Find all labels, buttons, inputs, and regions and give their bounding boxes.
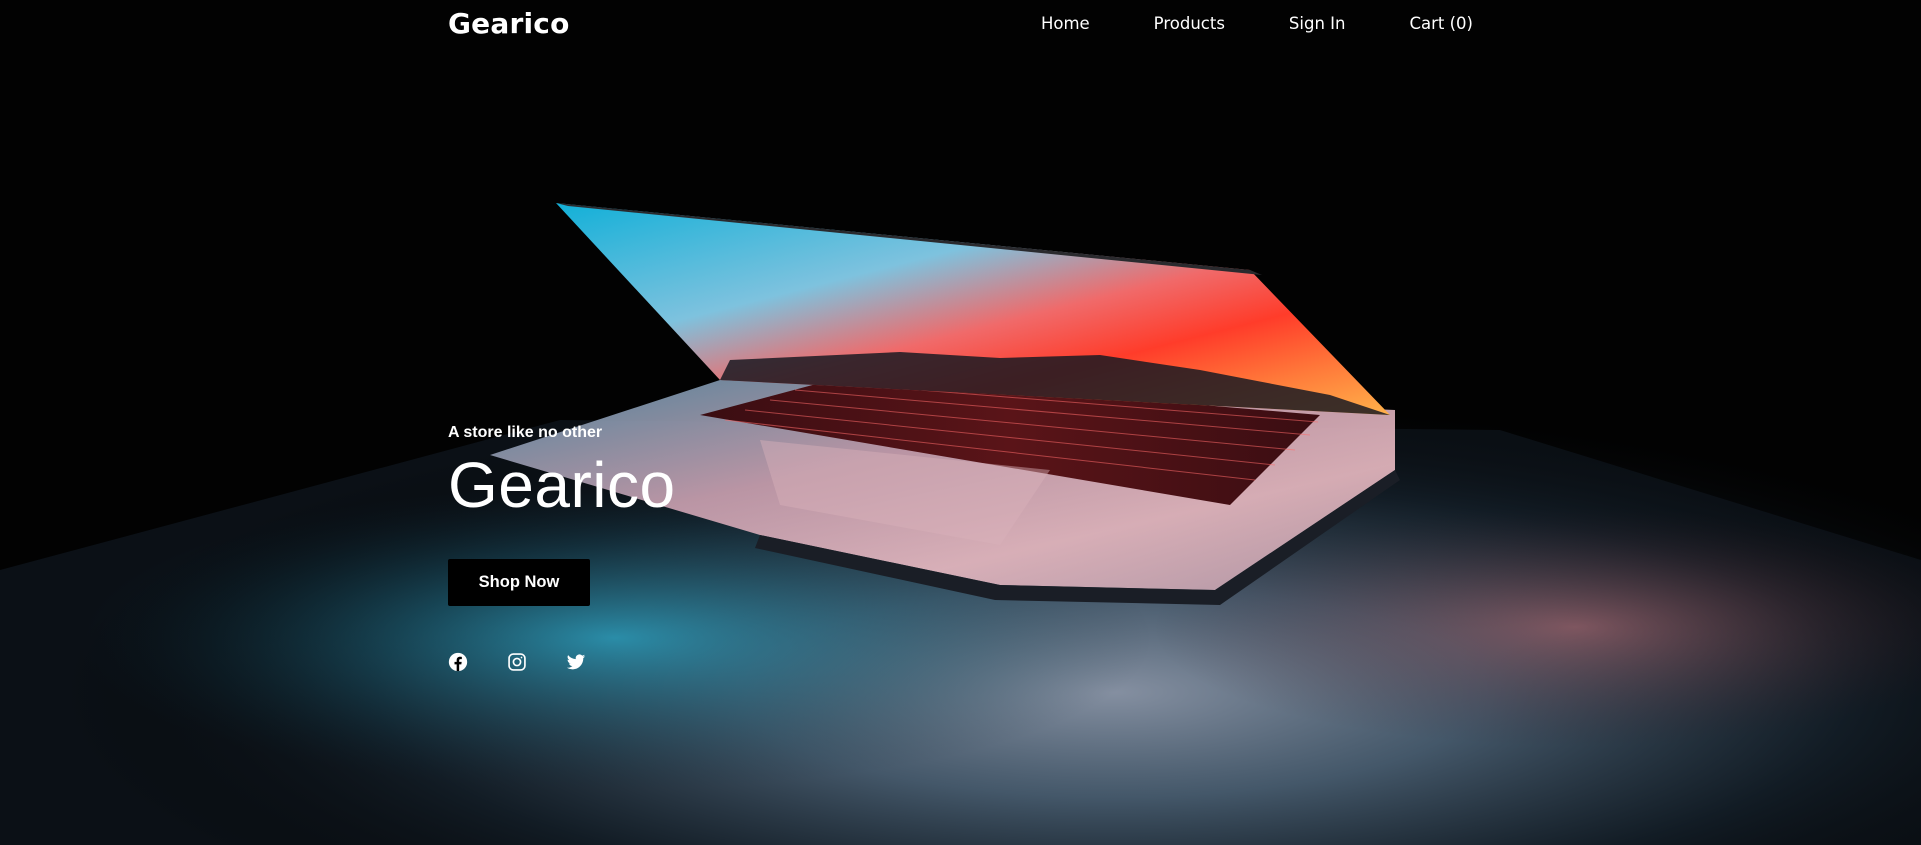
- social-links: [448, 652, 676, 672]
- hero-section: A store like no other Gearico Shop Now: [448, 424, 676, 672]
- shop-now-button[interactable]: Shop Now: [448, 559, 590, 606]
- brand-logo[interactable]: Gearico: [448, 7, 570, 40]
- nav-link-cart[interactable]: Cart (0): [1409, 14, 1473, 33]
- facebook-link[interactable]: [448, 652, 468, 672]
- hero-tagline: A store like no other: [448, 424, 603, 441]
- site-header: Gearico Home Products Sign In Cart (0): [448, 0, 1473, 46]
- nav-link-sign-in[interactable]: Sign In: [1289, 14, 1346, 33]
- instagram-icon: [508, 653, 526, 671]
- instagram-link[interactable]: [507, 652, 527, 672]
- nav-link-products[interactable]: Products: [1154, 14, 1225, 33]
- twitter-link[interactable]: [566, 652, 586, 672]
- main-nav: Home Products Sign In Cart (0): [1041, 14, 1473, 33]
- hero-title: Gearico: [448, 449, 676, 521]
- page: Gearico Home Products Sign In Cart (0) A…: [0, 0, 1921, 845]
- nav-link-home[interactable]: Home: [1041, 14, 1090, 33]
- facebook-icon: [448, 652, 468, 672]
- twitter-icon: [566, 654, 586, 670]
- hero-background-image: [0, 0, 1921, 845]
